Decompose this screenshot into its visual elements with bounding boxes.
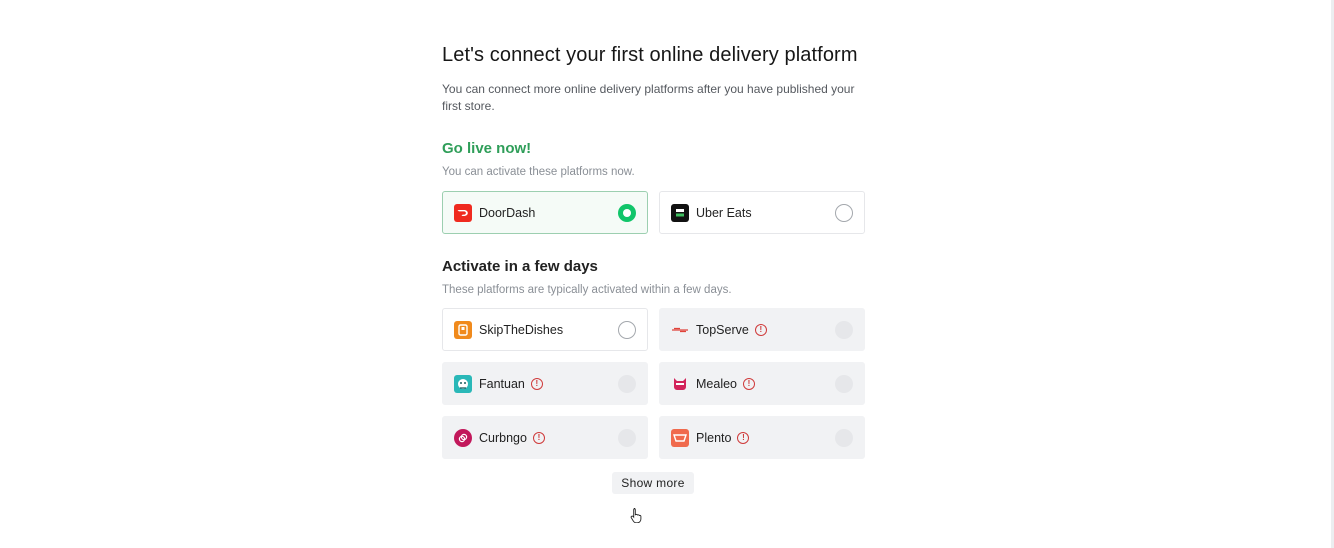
go-live-platform-grid: DoorDash Uber Eats — [442, 191, 865, 234]
platform-card-mealeo[interactable]: Mealeo ! — [659, 362, 865, 405]
platform-radio[interactable] — [835, 203, 853, 222]
platform-radio-disabled — [835, 374, 853, 393]
curbngo-logo-icon — [454, 428, 472, 447]
platform-name: Mealeo — [696, 376, 737, 391]
platform-name: TopServe — [696, 322, 749, 337]
warning-icon[interactable]: ! — [743, 377, 755, 390]
warning-icon[interactable]: ! — [530, 377, 543, 390]
platform-name: Fantuan — [479, 376, 525, 391]
platform-card-plento[interactable]: Plento ! — [659, 416, 865, 459]
connect-platform-panel: Let's connect your first online delivery… — [442, 40, 865, 494]
uber-eats-logo-icon — [671, 203, 689, 222]
few-days-heading: Activate in a few days — [442, 258, 598, 275]
platform-name: Uber Eats — [696, 205, 752, 220]
warning-icon[interactable]: ! — [754, 323, 767, 336]
few-days-platform-grid: SkipTheDishes TopServe ! Fantuan ! Meale… — [442, 308, 865, 459]
platform-name: Plento — [696, 430, 732, 445]
doordash-logo-icon — [454, 203, 472, 222]
platform-card-fantuan[interactable]: Fantuan ! — [442, 362, 648, 405]
platform-radio-disabled — [618, 428, 636, 447]
hand-cursor-icon — [630, 508, 642, 523]
warning-icon[interactable]: ! — [532, 431, 545, 444]
platform-name: DoorDash — [479, 205, 536, 220]
platform-radio-disabled — [618, 374, 636, 393]
page-title: Let's connect your first online delivery… — [442, 44, 858, 66]
warning-icon[interactable]: ! — [737, 431, 750, 444]
platform-name: Curbngo — [479, 430, 527, 445]
fantuan-logo-icon — [454, 374, 472, 393]
few-days-description: These platforms are typically activated … — [442, 284, 732, 296]
go-live-heading: Go live now! — [442, 140, 532, 157]
page-subtitle: You can connect more online delivery pla… — [442, 82, 855, 113]
platform-name: SkipTheDishes — [479, 322, 564, 337]
platform-card-topserve[interactable]: TopServe ! — [659, 308, 865, 351]
mealeo-logo-icon — [671, 375, 689, 393]
plento-logo-icon — [671, 428, 689, 447]
show-more-row: Show more — [442, 472, 864, 494]
skipthedishes-logo-icon — [454, 320, 472, 339]
platform-radio[interactable] — [618, 320, 636, 339]
show-more-button[interactable]: Show more — [612, 472, 694, 494]
go-live-description: You can activate these platforms now. — [442, 166, 635, 178]
platform-radio-selected[interactable] — [618, 203, 636, 222]
platform-radio-disabled — [835, 320, 853, 339]
platform-card-uber-eats[interactable]: Uber Eats — [659, 191, 865, 234]
topserve-logo-icon — [671, 321, 689, 339]
platform-card-doordash[interactable]: DoorDash — [442, 191, 648, 234]
platform-radio-disabled — [835, 428, 853, 447]
platform-card-skipthedishes[interactable]: SkipTheDishes — [442, 308, 648, 351]
platform-card-curbngo[interactable]: Curbngo ! — [442, 416, 648, 459]
